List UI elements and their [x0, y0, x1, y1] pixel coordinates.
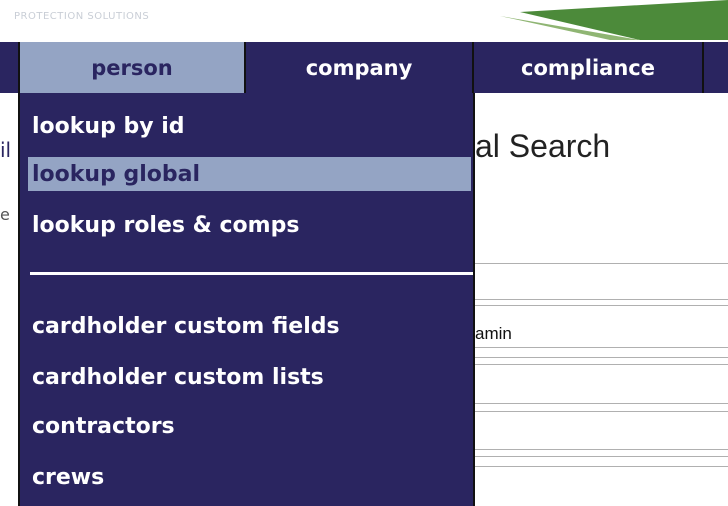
form-divider: [475, 364, 728, 365]
menu-item-label: contractors: [32, 413, 175, 439]
form-divider: [475, 357, 728, 358]
menu-item-cardholder-custom-lists[interactable]: cardholder custom lists: [28, 360, 471, 394]
tab-next-partial[interactable]: [704, 42, 728, 93]
form-divider: [475, 456, 728, 457]
menu-item-label: lookup roles & comps: [32, 212, 300, 238]
menu-item-contractors[interactable]: contractors: [28, 409, 471, 443]
tab-company-label: company: [305, 55, 413, 80]
form-divider: [475, 449, 728, 450]
tab-compliance-label: compliance: [521, 55, 655, 80]
banner-swoosh-graphic: [500, 0, 728, 40]
menu-item-label: cardholder custom lists: [32, 364, 324, 390]
form-divider: [475, 347, 728, 348]
menu-item-crews[interactable]: crews: [28, 460, 471, 494]
menu-item-label: lookup global: [32, 161, 201, 187]
menu-item-label: crews: [32, 464, 105, 490]
menu-item-label: lookup by id: [32, 113, 185, 139]
menu-separator: [30, 272, 473, 275]
menu-item-label: cardholder custom fields: [32, 313, 340, 339]
main-nav-bar: person company compliance: [0, 40, 728, 93]
page-title-fragment: al Search: [475, 128, 611, 164]
tab-person-label: person: [91, 55, 173, 80]
tab-person[interactable]: person: [18, 42, 246, 93]
tab-company[interactable]: company: [246, 42, 474, 93]
form-divider: [475, 466, 728, 467]
menu-item-lookup-roles-comps[interactable]: lookup roles & comps: [28, 208, 471, 242]
menu-item-cardholder-custom-fields[interactable]: cardholder custom fields: [28, 309, 471, 343]
form-divider: [475, 263, 728, 264]
form-divider: [475, 411, 728, 412]
menu-item-lookup-by-id[interactable]: lookup by id: [28, 109, 471, 143]
left-column-fragment-2: e: [0, 205, 10, 224]
left-column-fragment: il: [0, 138, 12, 162]
form-divider: [475, 299, 728, 300]
person-dropdown-menu: lookup by id lookup global lookup roles …: [18, 93, 475, 506]
top-banner: PROTECTION SOLUTIONS: [0, 0, 728, 40]
tab-compliance[interactable]: compliance: [474, 42, 704, 93]
menu-item-lookup-global[interactable]: lookup global: [28, 157, 471, 191]
form-divider: [475, 403, 728, 404]
form-field-value-fragment: amin: [475, 324, 512, 343]
form-divider: [475, 305, 728, 306]
